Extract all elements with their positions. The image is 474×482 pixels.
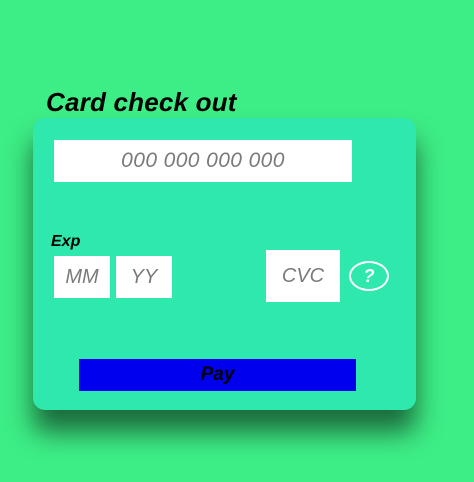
- pay-button[interactable]: Pay: [79, 359, 356, 391]
- question-mark-icon: ?: [363, 266, 375, 286]
- card-checkout-panel: Exp ? Pay: [33, 118, 416, 410]
- expiry-label: Exp: [51, 233, 81, 250]
- page-title: Card check out: [46, 87, 237, 117]
- card-number-input[interactable]: [54, 140, 352, 182]
- checkout-page: { "page": { "title": "Card check out" },…: [0, 0, 474, 482]
- cvc-help-button[interactable]: ?: [349, 261, 389, 291]
- expiry-month-input[interactable]: [54, 256, 110, 298]
- cvc-input[interactable]: [266, 250, 340, 302]
- expiry-year-input[interactable]: [116, 256, 172, 298]
